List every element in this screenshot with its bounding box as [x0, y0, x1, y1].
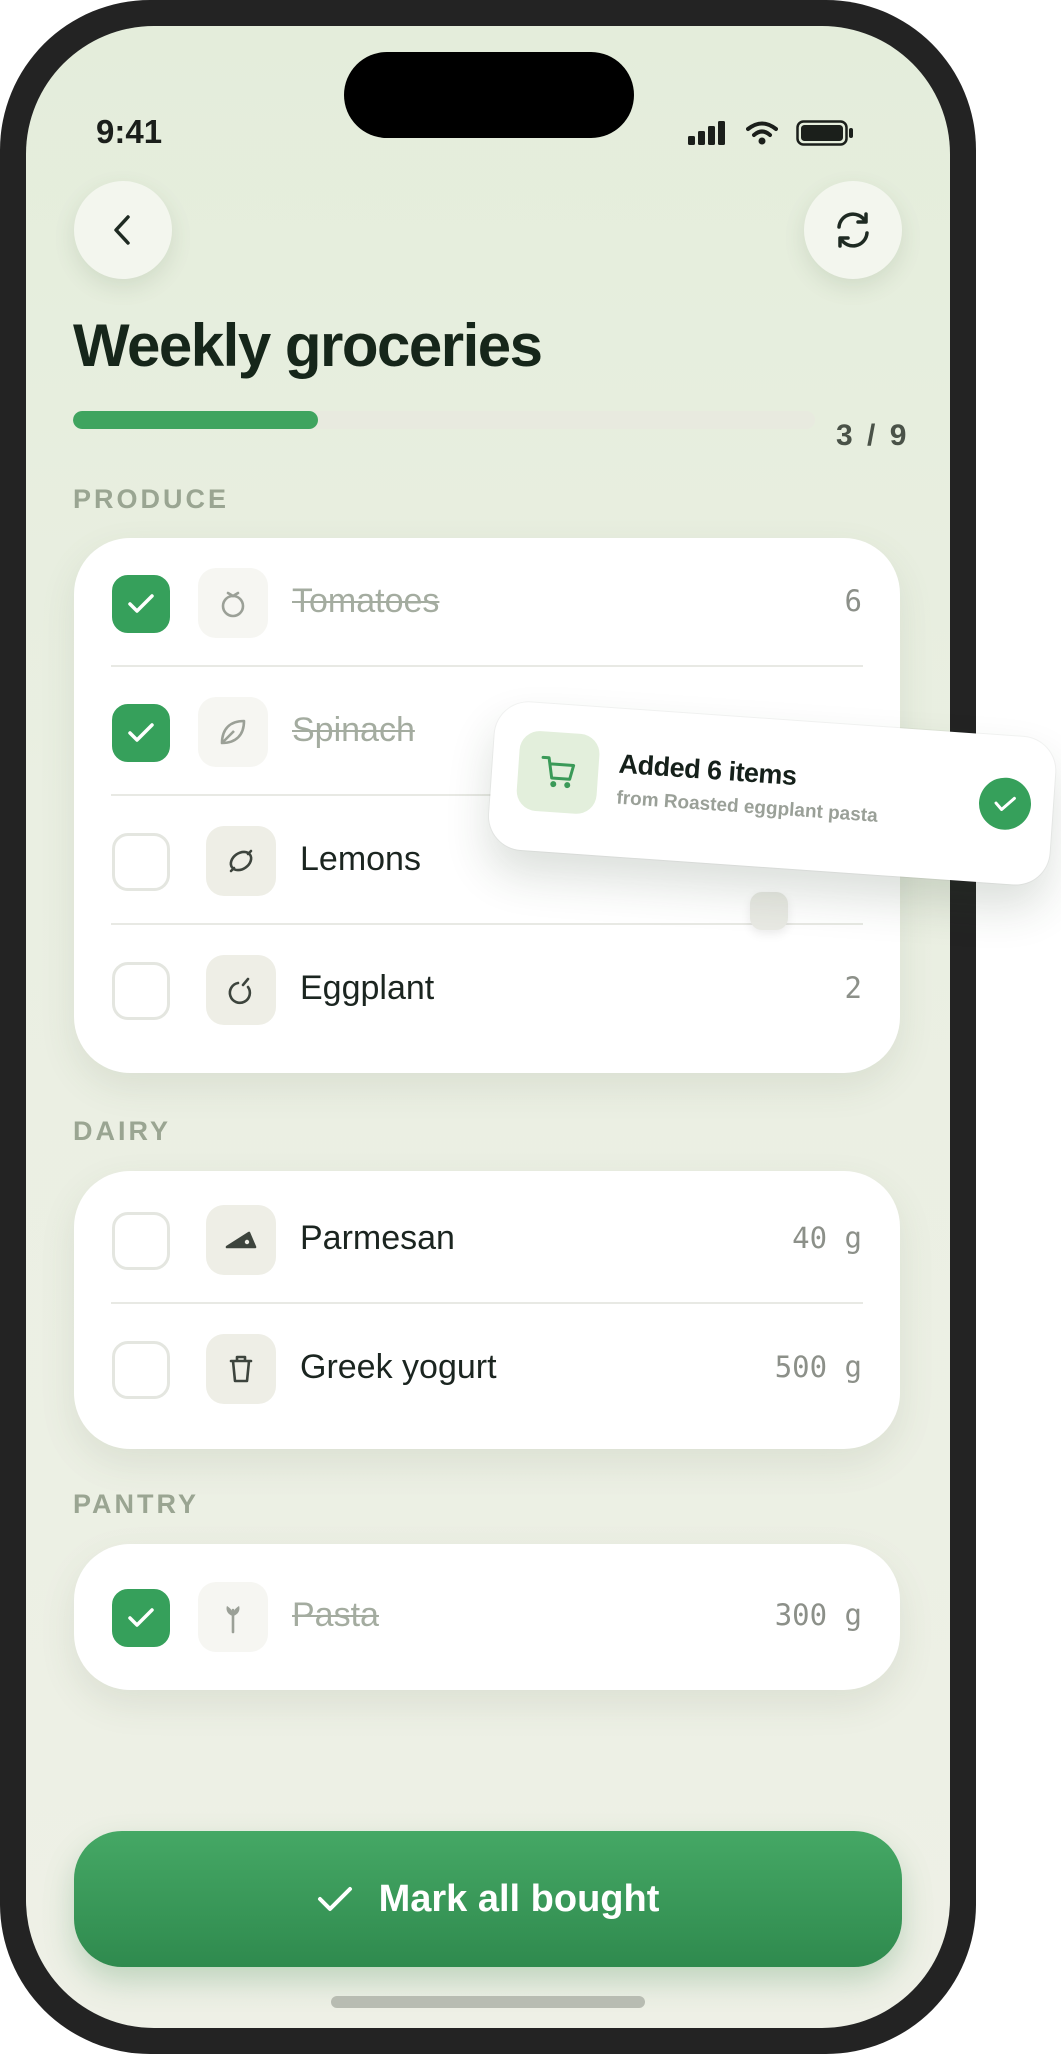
yogurt-cup-icon [206, 1334, 276, 1404]
eggplant-icon [206, 955, 276, 1025]
item-quantity: 6 [844, 584, 862, 618]
dynamic-island [344, 52, 634, 138]
home-indicator[interactable] [331, 1996, 645, 2008]
checkmark-icon [128, 1608, 154, 1627]
list-item[interactable]: Parmesan 40 g [74, 1175, 900, 1304]
mark-all-bought-button[interactable]: Mark all bought [74, 1831, 902, 1967]
pantry-card: Pasta 300 g [74, 1544, 900, 1690]
wifi-icon [746, 121, 778, 145]
wheat-icon [198, 1582, 268, 1652]
toast-title: Added 6 items [617, 748, 798, 792]
toast-subtitle: from Roasted eggplant pasta [615, 787, 879, 827]
leaf-icon [198, 697, 268, 767]
item-name: Pasta [292, 1596, 379, 1634]
item-name: Spinach [292, 711, 415, 749]
app-screen: 9:41 Weekly groceries 3 / 9 PRODUCE Toma… [26, 26, 950, 2028]
tomato-icon [198, 568, 268, 638]
list-item[interactable]: Eggplant 2 [74, 925, 900, 1054]
cellular-signal-icon [688, 121, 725, 145]
phone-frame: 9:41 Weekly groceries 3 / 9 PRODUCE Toma… [0, 0, 976, 2054]
item-checkbox-checked[interactable] [112, 575, 170, 633]
check-circle-icon [977, 775, 1033, 832]
item-name: Eggplant [300, 969, 435, 1007]
item-checkbox[interactable] [112, 962, 170, 1020]
item-quantity: 500 g [774, 1350, 862, 1384]
checkmark-icon [128, 594, 154, 613]
progress-bar [73, 411, 815, 429]
item-name: Tomatoes [292, 582, 440, 620]
page-title: Weekly groceries [73, 312, 543, 379]
list-item[interactable]: Greek yogurt 500 g [74, 1304, 900, 1433]
status-time: 9:41 [96, 113, 163, 150]
battery-icon [796, 120, 853, 146]
item-name: Greek yogurt [300, 1348, 497, 1386]
checkmark-icon [317, 1887, 352, 1911]
chevron-left-icon [114, 215, 130, 245]
item-quantity: 40 g [792, 1221, 862, 1255]
dairy-card: Parmesan 40 g Greek yogurt 500 g [74, 1171, 900, 1449]
item-quantity: 2 [844, 971, 862, 1005]
lemon-icon [206, 826, 276, 896]
section-label-produce: PRODUCE [73, 484, 230, 514]
item-checkbox[interactable] [112, 1341, 170, 1399]
drag-handle[interactable] [750, 892, 788, 930]
cart-icon [515, 729, 601, 816]
item-checkbox-checked[interactable] [112, 704, 170, 762]
back-button[interactable] [74, 181, 172, 279]
item-quantity: 300 g [774, 1598, 862, 1632]
cheese-icon [206, 1205, 276, 1275]
item-name: Parmesan [300, 1219, 455, 1257]
refresh-icon [837, 212, 869, 248]
item-checkbox[interactable] [112, 1212, 170, 1270]
item-name: Lemons [300, 840, 421, 878]
item-checkbox[interactable] [112, 833, 170, 891]
section-label-dairy: DAIRY [73, 1116, 172, 1146]
checkmark-icon [128, 723, 154, 742]
item-checkbox-checked[interactable] [112, 1589, 170, 1647]
progress-fill [73, 411, 318, 429]
status-icons [688, 120, 854, 146]
progress-count: 3 / 9 [836, 419, 910, 452]
list-item[interactable]: Tomatoes 6 [74, 538, 900, 667]
mark-all-bought-label: Mark all bought [378, 1877, 660, 1920]
refresh-button[interactable] [804, 181, 902, 279]
list-item[interactable]: Pasta 300 g [74, 1552, 900, 1681]
section-label-pantry: PANTRY [73, 1489, 199, 1519]
